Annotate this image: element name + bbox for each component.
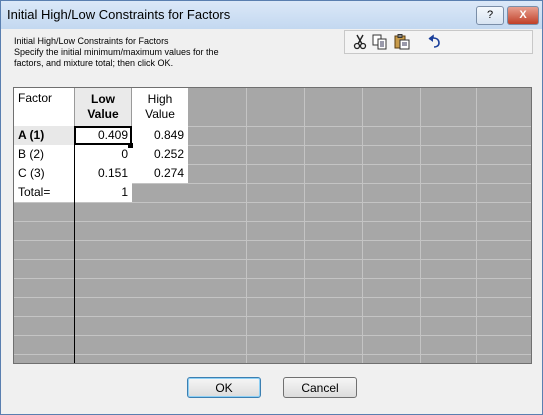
grid-line: [246, 88, 247, 363]
grid-line: [304, 88, 305, 363]
header-high-line-2: Value: [145, 107, 175, 121]
low-value-b[interactable]: 0: [74, 145, 132, 164]
undo-icon[interactable]: [425, 34, 443, 50]
instructions-line-1: Initial High/Low Constraints for Factors: [14, 36, 169, 46]
paste-icon[interactable]: [393, 34, 411, 50]
high-value-a[interactable]: 0.849: [132, 126, 188, 145]
instructions-line-2: Specify the initial minimum/maximum valu…: [14, 47, 219, 57]
help-button[interactable]: ?: [476, 6, 504, 25]
grid-line: [14, 354, 531, 355]
header-factor: Factor: [14, 88, 74, 126]
instructions: Initial High/Low Constraints for Factors…: [14, 36, 219, 69]
copy-icon[interactable]: [371, 34, 389, 50]
grid-line: [476, 88, 477, 363]
window-title: Initial High/Low Constraints for Factors: [7, 7, 231, 22]
header-high-line-1: High: [147, 92, 173, 106]
high-value-b[interactable]: 0.252: [132, 145, 188, 164]
grid-line: [420, 88, 421, 363]
header-low-line-1: Low: [91, 92, 115, 106]
header-high-value[interactable]: High Value: [132, 88, 188, 126]
grid-line: [14, 259, 531, 260]
total-value[interactable]: 1: [74, 183, 132, 202]
cancel-button[interactable]: Cancel: [283, 377, 357, 398]
fill-handle[interactable]: [128, 143, 133, 148]
row-label-a[interactable]: A (1): [14, 126, 74, 145]
title-bar[interactable]: Initial High/Low Constraints for Factors…: [1, 1, 542, 29]
column-divider: [74, 126, 75, 363]
grid-line: [14, 316, 531, 317]
edit-toolbar: [344, 30, 533, 54]
high-value-c[interactable]: 0.274: [132, 164, 188, 183]
grid-line: [14, 202, 531, 203]
ok-button[interactable]: OK: [187, 377, 261, 398]
low-value-c[interactable]: 0.151: [74, 164, 132, 183]
low-value-a[interactable]: 0.409: [74, 126, 132, 145]
total-label: Total=: [14, 183, 74, 202]
constraints-grid[interactable]: Factor Low Value High Value A (1) 0.409 …: [13, 87, 532, 364]
grid-line: [14, 221, 531, 222]
grid-line: [14, 335, 531, 336]
grid-line: [14, 240, 531, 241]
header-low-line-2: Value: [87, 107, 119, 121]
row-label-c[interactable]: C (3): [14, 164, 74, 183]
grid-line: [14, 297, 531, 298]
grid-line: [362, 88, 363, 363]
close-button[interactable]: X: [507, 6, 539, 25]
grid-line: [14, 278, 531, 279]
cut-icon[interactable]: [351, 34, 369, 50]
header-low-value[interactable]: Low Value: [74, 88, 132, 126]
row-label-b[interactable]: B (2): [14, 145, 74, 164]
dialog-window: Initial High/Low Constraints for Factors…: [0, 0, 543, 415]
instructions-line-3: factors, and mixture total; then click O…: [14, 58, 174, 68]
